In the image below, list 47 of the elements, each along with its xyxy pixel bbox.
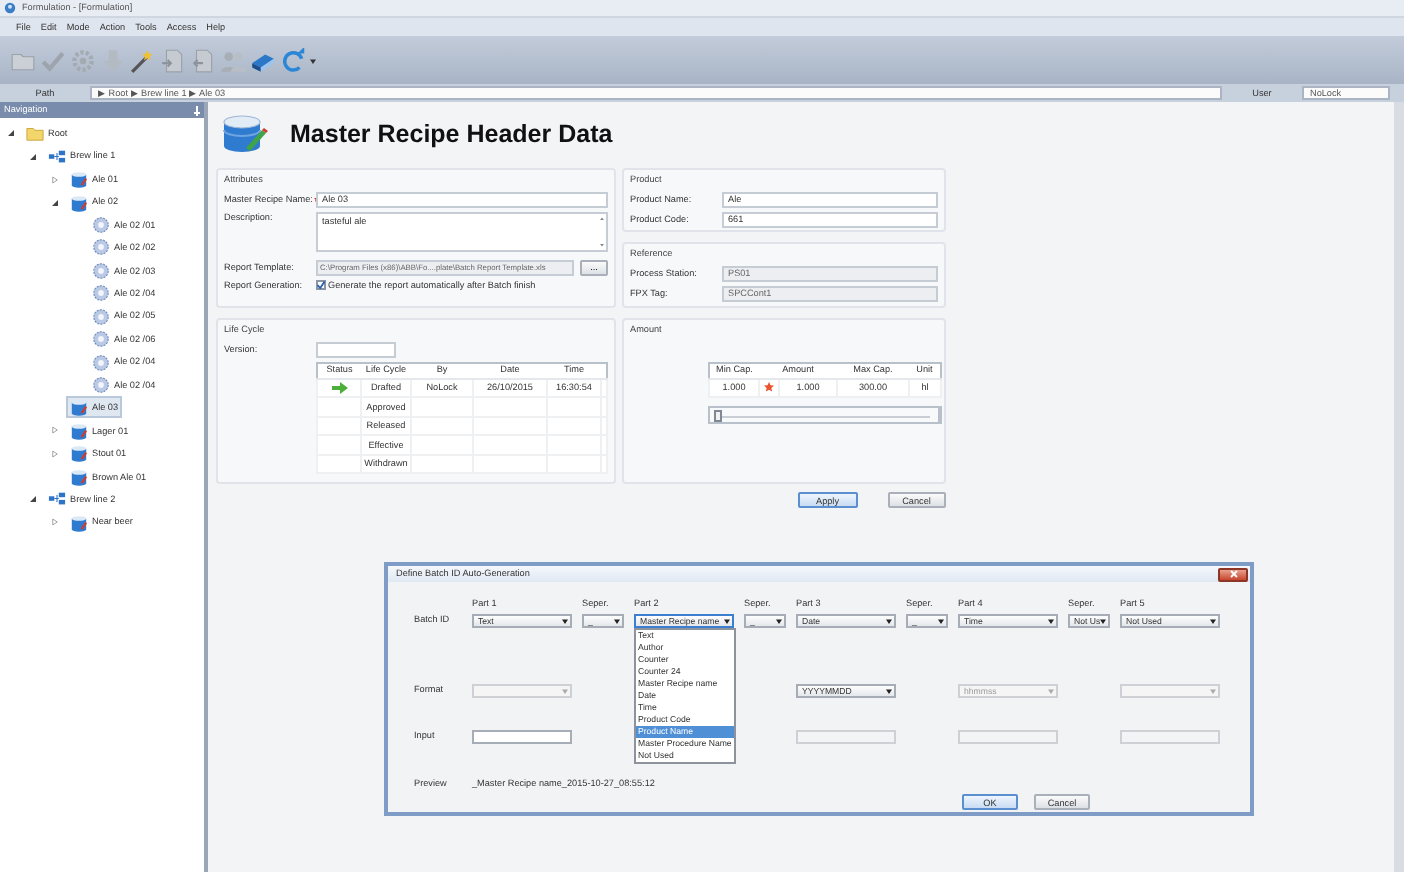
tank-icon [70, 421, 88, 440]
triangle-icon[interactable] [52, 199, 58, 206]
page-title: Master Recipe Header Data [290, 119, 613, 149]
caret-icon [1210, 617, 1216, 623]
caret-icon [886, 687, 892, 693]
app-icon [4, 2, 16, 14]
input-field[interactable] [316, 341, 396, 357]
caret-icon[interactable] [310, 57, 316, 63]
slider[interactable] [708, 406, 942, 425]
caret-icon [776, 617, 782, 623]
document-icon[interactable] [190, 47, 216, 73]
caret-icon [562, 687, 568, 693]
tank-icon [70, 467, 88, 486]
folder-icon [26, 124, 44, 143]
arrow-icon [331, 381, 347, 394]
close-icon [1229, 570, 1237, 578]
gear-icon[interactable] [70, 47, 96, 73]
caret-icon [1048, 617, 1054, 623]
caret-icon [562, 617, 568, 623]
triangle-icon[interactable] [30, 153, 36, 160]
close-button[interactable] [1218, 567, 1248, 581]
checkbox[interactable] [316, 279, 326, 290]
star-icon [764, 382, 774, 393]
tank-icon [70, 444, 88, 463]
caret-icon [1100, 617, 1107, 623]
wand-icon[interactable] [130, 47, 156, 73]
slider-thumb[interactable] [714, 410, 722, 423]
triangle-icon[interactable] [30, 496, 36, 503]
input-field[interactable] [472, 729, 572, 743]
check-icon[interactable] [40, 47, 66, 73]
network-icon [48, 147, 66, 166]
caret-icon [886, 617, 892, 623]
tank-icon [70, 513, 88, 532]
caret-icon [724, 617, 730, 623]
caret-icon [938, 617, 944, 623]
caret-icon [1048, 687, 1054, 693]
document-icon[interactable] [160, 47, 186, 73]
scrollbar-drawing [598, 213, 606, 249]
tank-icon [220, 112, 268, 156]
tank-icon [70, 170, 88, 189]
tank-icon [70, 398, 88, 417]
triangle-icon[interactable] [8, 130, 14, 137]
network-icon [48, 490, 66, 509]
caret-icon [614, 617, 620, 623]
tank-icon [70, 193, 88, 212]
pin-icon[interactable] [194, 105, 200, 115]
caret-icon [1210, 687, 1216, 693]
